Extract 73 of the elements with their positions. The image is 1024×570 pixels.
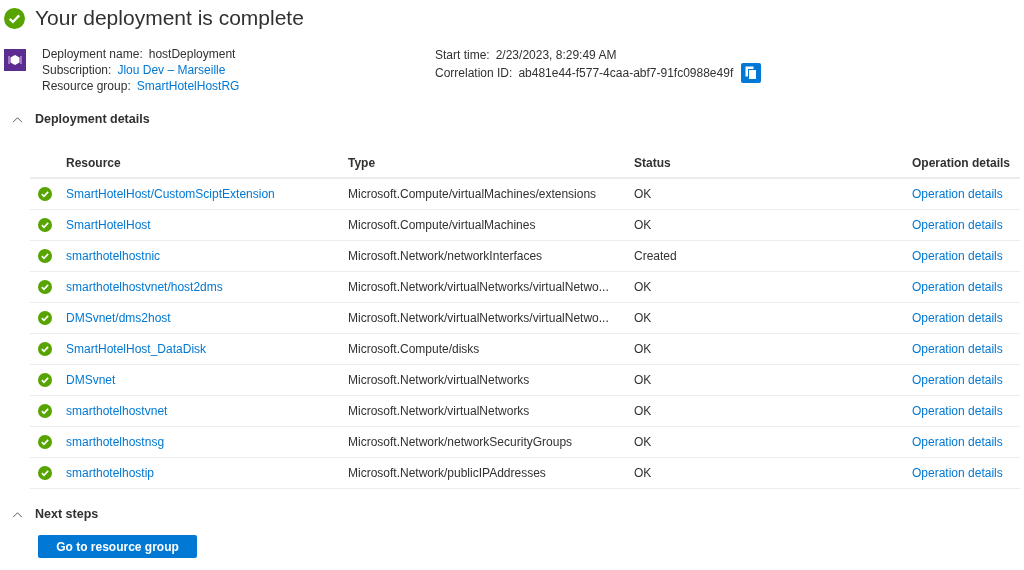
info-label: Deployment name:	[42, 47, 143, 61]
column-header: Resource	[66, 155, 122, 170]
resource-link[interactable]: smarthotelhostip	[66, 466, 155, 480]
info-value: 2/23/2023, 8:29:49 AM	[495, 48, 617, 62]
page-title: Your deployment is complete	[35, 6, 304, 30]
caret-icon	[12, 115, 23, 123]
caret-icon	[12, 510, 23, 518]
resource-link[interactable]: smarthotelhostnic	[66, 249, 161, 263]
column-header: Status	[634, 155, 672, 170]
table-cell-text: OK	[634, 435, 653, 449]
table-cell-text: OK	[634, 373, 653, 387]
table-cell-text: Microsoft.Compute/virtualMachines	[348, 218, 537, 232]
success-check-icon	[38, 280, 52, 294]
success-check-icon	[38, 249, 52, 263]
table-cell-text: OK	[634, 280, 653, 294]
success-check-icon	[4, 7, 25, 29]
info-label: Correlation ID:	[435, 66, 513, 80]
column-header: Operation details	[912, 155, 1012, 170]
info-label: Resource group:	[42, 79, 131, 93]
table-cell-text: Microsoft.Compute/virtualMachines/extensions	[348, 187, 598, 201]
table-cell-text: OK	[634, 404, 653, 418]
copy-icon[interactable]	[741, 63, 762, 83]
table-cell-text: OK	[634, 466, 653, 480]
deployment-icon	[4, 49, 26, 71]
success-check-icon	[38, 218, 52, 232]
operation-details-link[interactable]: Operation details	[912, 311, 1003, 325]
operation-details-link[interactable]: Operation details	[912, 342, 1003, 356]
operation-details-link[interactable]: Operation details	[912, 404, 1003, 418]
resource-link[interactable]: SmartHotelHost	[66, 218, 151, 232]
resource-link[interactable]: smarthotelhostvnet	[66, 404, 168, 418]
table-cell-text: Created	[634, 249, 678, 263]
operation-details-link[interactable]: Operation details	[912, 249, 1003, 263]
info-value: hostDeployment	[148, 47, 236, 61]
resource-link[interactable]: DMSvnet/dms2host	[66, 311, 171, 325]
column-header: Type	[348, 155, 377, 170]
operation-details-link[interactable]: Operation details	[912, 373, 1003, 387]
table-cell-text: Microsoft.Network/virtualNetworks	[348, 373, 531, 387]
info-value: ab481e44-f577-4caa-abf7-91fc0988e49f	[518, 66, 734, 80]
table-cell-text: Microsoft.Network/publicIPAddresses	[348, 466, 547, 480]
success-check-icon	[38, 311, 52, 325]
table-cell-text: OK	[634, 342, 653, 356]
operation-details-link[interactable]: Operation details	[912, 435, 1003, 449]
success-check-icon	[38, 373, 52, 387]
operation-details-link[interactable]: Operation details	[912, 280, 1003, 294]
operation-details-link[interactable]: Operation details	[912, 218, 1003, 232]
resource-link[interactable]: smarthotelhostnsg	[66, 435, 165, 449]
table-cell-text: OK	[634, 187, 653, 201]
success-check-icon	[38, 466, 52, 480]
resource-link[interactable]: SmartHotelHost_DataDisk	[66, 342, 207, 356]
go-to-resource-group-button[interactable]: Go to resource group	[38, 535, 197, 558]
resource-link[interactable]: DMSvnet	[66, 373, 116, 387]
success-check-icon	[38, 187, 52, 201]
operation-details-link[interactable]: Operation details	[912, 187, 1003, 201]
table-cell-text: Microsoft.Network/networkInterfaces	[348, 249, 544, 263]
table-cell-text: Microsoft.Network/virtualNetworks/virtualNetwo...	[348, 280, 610, 294]
operation-details-link[interactable]: Operation details	[912, 466, 1003, 480]
table-cell-text: Microsoft.Compute/disks	[348, 342, 481, 356]
section-toggle[interactable]: Deployment details	[0, 112, 150, 126]
table-cell-text: OK	[634, 218, 653, 232]
info-link[interactable]: SmartHotelHostRG	[136, 79, 240, 93]
success-check-icon	[38, 435, 52, 449]
info-link[interactable]: Jlou Dev – Marseille	[117, 63, 226, 77]
section-toggle[interactable]: Next steps	[0, 507, 99, 521]
table-cell-text: OK	[634, 311, 653, 325]
table-cell-text: Microsoft.Network/virtualNetworks	[348, 404, 531, 418]
info-label: Start time:	[435, 48, 490, 62]
success-check-icon	[38, 404, 52, 418]
resource-link[interactable]: SmartHotelHost/CustomSciptExtension	[66, 187, 275, 201]
table-cell-text: Microsoft.Network/networkSecurityGroups	[348, 435, 574, 449]
success-check-icon	[38, 342, 52, 356]
info-label: Subscription:	[42, 63, 112, 77]
table-cell-text: Microsoft.Network/virtualNetworks/virtualNetwo...	[348, 311, 610, 325]
resource-link[interactable]: smarthotelhostvnet/host2dms	[66, 280, 223, 294]
